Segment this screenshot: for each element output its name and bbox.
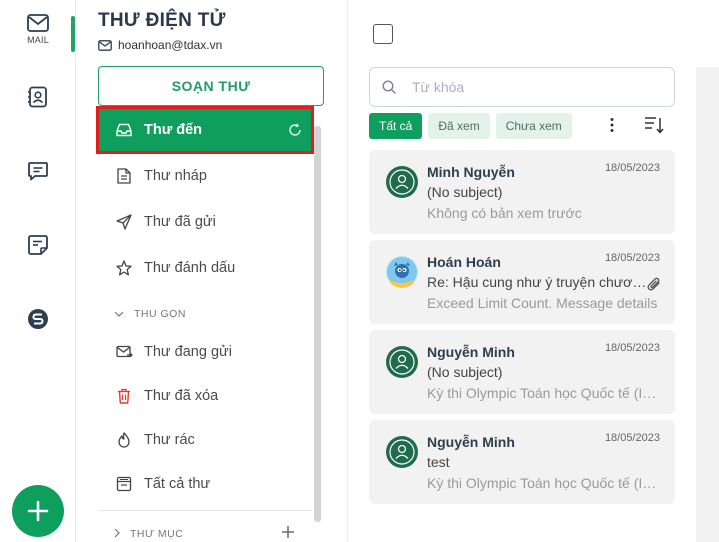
logo-icon xyxy=(28,309,48,329)
contacts-icon xyxy=(28,86,47,108)
chevron-right-icon xyxy=(114,528,120,541)
message-date: 18/05/2023 xyxy=(604,252,660,264)
message-subject: (No subject) xyxy=(427,184,503,200)
draft-icon xyxy=(114,168,134,184)
folder-outbox[interactable]: Thư đang gửi xyxy=(98,330,312,374)
folder-inbox[interactable]: Thư đến xyxy=(96,106,314,154)
select-all-checkbox[interactable] xyxy=(373,24,393,44)
sort-icon[interactable] xyxy=(644,116,664,139)
rail-item-notes[interactable] xyxy=(0,234,76,256)
search-box[interactable] xyxy=(369,67,675,107)
message-sender: Nguyễn Minh xyxy=(427,434,515,450)
rail-item-contacts[interactable] xyxy=(0,86,76,108)
send-icon xyxy=(114,214,134,230)
filter-all[interactable]: Tất cả xyxy=(369,113,423,139)
folder-spam-label: Thư rác xyxy=(144,432,195,448)
folder-sent[interactable]: Thư đã gửi xyxy=(98,200,312,244)
filter-unread[interactable]: Chưa xem xyxy=(495,113,572,139)
page-title: THƯ ĐIỆN TỬ xyxy=(98,10,226,31)
folder-inbox-label: Thư đến xyxy=(144,122,203,138)
folder-trash-label: Thư đã xóa xyxy=(144,388,219,404)
message-list-panel: Tất cả Đã xem Chưa xem Minh Nguyễn 18/05… xyxy=(348,0,719,542)
create-fab-button[interactable] xyxy=(12,485,64,537)
message-item[interactable]: Nguyễn Minh 18/05/2023 (No subject) Kỳ t… xyxy=(369,330,675,414)
message-date: 18/05/2023 xyxy=(604,162,660,174)
refresh-icon[interactable] xyxy=(288,123,302,141)
message-subject: (No subject) xyxy=(427,364,503,380)
message-item[interactable]: Hoán Hoán 18/05/2023 Re: Hậu cung như ý … xyxy=(369,240,675,324)
folder-section-label: THƯ MỤC xyxy=(130,528,184,540)
avatar xyxy=(386,346,418,378)
folder-divider xyxy=(98,510,312,511)
message-date: 18/05/2023 xyxy=(604,432,660,444)
folder-trash[interactable]: Thư đã xóa xyxy=(98,374,312,418)
app-rail: MAIL xyxy=(0,0,76,542)
rail-item-mail[interactable]: MAIL xyxy=(0,14,76,45)
folder-scrollbar[interactable] xyxy=(314,126,321,522)
outbox-icon xyxy=(114,345,134,359)
message-sender: Nguyễn Minh xyxy=(427,344,515,360)
account-email: hoanhoan@tdax.vn xyxy=(98,38,222,52)
folder-all-mail[interactable]: Tất cả thư xyxy=(98,462,312,506)
person-icon xyxy=(389,439,415,465)
archive-icon xyxy=(114,476,134,492)
collapse-label: THU GỌN xyxy=(134,308,186,320)
chat-icon xyxy=(28,162,48,181)
avatar-picture-icon xyxy=(387,257,417,288)
rail-active-indicator xyxy=(71,16,75,52)
message-date: 18/05/2023 xyxy=(604,342,660,354)
attachment-icon xyxy=(647,276,661,297)
mail-small-icon xyxy=(98,39,112,51)
avatar xyxy=(386,436,418,468)
person-icon xyxy=(389,349,415,375)
add-folder-icon[interactable] xyxy=(281,525,295,542)
rail-item-chat[interactable] xyxy=(0,160,76,182)
rail-item-brand[interactable] xyxy=(0,308,76,330)
folder-outbox-label: Thư đang gửi xyxy=(144,344,232,360)
avatar xyxy=(386,166,418,198)
star-icon xyxy=(114,260,134,276)
message-preview: Kỳ thi Olympic Toán học Quốc tế (IMO) xyxy=(427,475,659,491)
avatar xyxy=(386,256,418,288)
plus-icon xyxy=(27,500,49,522)
message-sender: Hoán Hoán xyxy=(427,254,501,270)
filter-read[interactable]: Đã xem xyxy=(428,113,490,139)
inbox-icon xyxy=(114,123,134,137)
more-vertical-icon[interactable] xyxy=(610,117,614,138)
rail-mail-label: MAIL xyxy=(27,35,49,45)
message-preview: Exceed Limit Count. Message details xyxy=(427,295,658,311)
search-input[interactable] xyxy=(412,79,652,95)
message-sender: Minh Nguyễn xyxy=(427,164,515,180)
notes-icon xyxy=(28,235,48,255)
message-preview: Không có bản xem trước xyxy=(427,205,582,221)
chevron-down-icon xyxy=(114,308,124,320)
message-item[interactable]: Minh Nguyễn 18/05/2023 (No subject) Khôn… xyxy=(369,150,675,234)
mail-icon xyxy=(27,14,49,32)
compose-button[interactable]: SOẠN THƯ xyxy=(98,66,324,106)
folder-starred-label: Thư đánh dấu xyxy=(144,260,236,276)
message-item[interactable]: Nguyễn Minh 18/05/2023 test Kỳ thi Olymp… xyxy=(369,420,675,504)
folder-starred[interactable]: Thư đánh dấu xyxy=(98,246,312,290)
account-email-text: hoanhoan@tdax.vn xyxy=(118,38,223,52)
collapse-toggle[interactable]: THU GỌN xyxy=(98,302,312,326)
folder-panel: THƯ ĐIỆN TỬ hoanhoan@tdax.vn SOẠN THƯ Th… xyxy=(76,0,348,542)
folder-all-mail-label: Tất cả thư xyxy=(144,476,211,492)
folder-section-toggle[interactable]: THƯ MỤC xyxy=(98,522,312,542)
search-icon xyxy=(382,80,396,94)
spam-icon xyxy=(114,432,134,448)
reading-pane-edge xyxy=(696,67,719,542)
person-icon xyxy=(389,169,415,195)
folder-drafts-label: Thư nháp xyxy=(144,168,207,184)
filter-chips: Tất cả Đã xem Chưa xem xyxy=(369,113,578,139)
trash-icon xyxy=(114,388,134,404)
folder-sent-label: Thư đã gửi xyxy=(144,214,216,230)
folder-spam[interactable]: Thư rác xyxy=(98,418,312,462)
message-subject: test xyxy=(427,454,450,470)
message-subject: Re: Hậu cung như ý truyện chương 2 xyxy=(427,274,652,290)
folder-drafts[interactable]: Thư nháp xyxy=(98,154,312,198)
message-preview: Kỳ thi Olympic Toán học Quốc tế (IMO) xyxy=(427,385,659,401)
